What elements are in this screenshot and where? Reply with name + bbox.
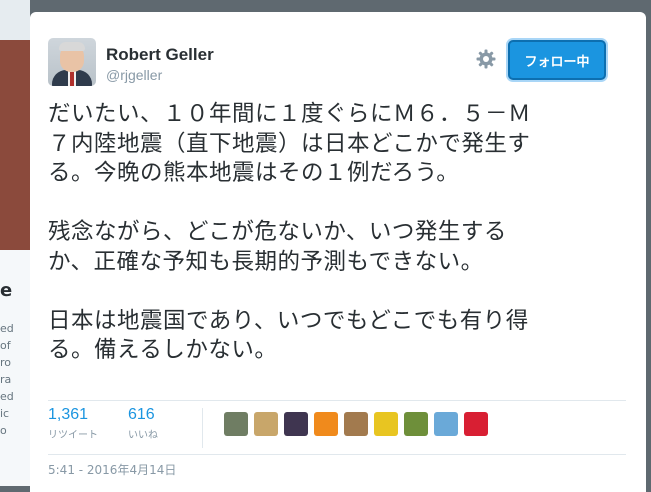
retweet-count[interactable]: 1,361 [48, 406, 98, 424]
backdrop-text-fragment: ro [0, 356, 12, 369]
following-button[interactable]: フォロー中 [508, 40, 606, 80]
liker-avatar-3[interactable] [284, 412, 308, 436]
avatar[interactable] [48, 38, 96, 86]
like-count[interactable]: 616 [128, 406, 158, 424]
tweet-paragraph-2: 残念ながら、どこが危ないか、いつ発生する か、正確な予知も長期的予測もできない。 [48, 219, 507, 275]
page-backdrop: e ed of ro ra ed ic o [0, 0, 30, 486]
backdrop-image [0, 40, 30, 250]
liker-avatar-1[interactable] [224, 412, 248, 436]
liker-avatars [224, 412, 488, 436]
like-label: いいね [128, 430, 158, 441]
retweet-label: リツイート [48, 430, 98, 441]
tweet-text: だいたい、１０年間に１度ぐらにＭ６．５－Ｍ ７内陸地震（直下地震）は日本どこかで… [48, 100, 608, 395]
backdrop-heading-fragment: e [0, 280, 13, 301]
backdrop-text-fragment: ed [0, 322, 14, 335]
liker-avatar-5[interactable] [344, 412, 368, 436]
stats-separator [202, 408, 203, 448]
tweet-timestamp[interactable]: 5:41 - 2016年4月14日 [48, 461, 176, 478]
liker-avatar-7[interactable] [404, 412, 428, 436]
author-name[interactable]: Robert Geller [106, 45, 214, 65]
liker-avatar-8[interactable] [434, 412, 458, 436]
liker-avatar-4[interactable] [314, 412, 338, 436]
gear-icon[interactable] [474, 47, 498, 71]
backdrop-text-fragment: ra [0, 373, 12, 386]
tweet-card: Robert Geller @rjgeller フォロー中 だいたい、１０年間に… [30, 12, 646, 492]
author-handle[interactable]: @rjgeller [106, 67, 162, 83]
backdrop-text-fragment: of [0, 339, 11, 352]
liker-avatar-9[interactable] [464, 412, 488, 436]
like-stat[interactable]: 616 いいね [128, 406, 158, 441]
tweet-paragraph-3: 日本は地震国であり、いつでもどこでも有り得 る。備えるしかない。 [48, 307, 529, 364]
divider [48, 454, 626, 455]
backdrop-text-fragment: ic [0, 407, 10, 420]
liker-avatar-2[interactable] [254, 412, 278, 436]
tweet-paragraph-1: だいたい、１０年間に１度ぐらにＭ６．５－Ｍ ７内陸地震（直下地震）は日本どこかで… [48, 101, 532, 186]
retweet-stat[interactable]: 1,361 リツイート [48, 406, 98, 441]
liker-avatar-6[interactable] [374, 412, 398, 436]
divider [48, 400, 626, 401]
backdrop-text-fragment: ed [0, 390, 14, 403]
backdrop-text-fragment: o [0, 424, 7, 437]
